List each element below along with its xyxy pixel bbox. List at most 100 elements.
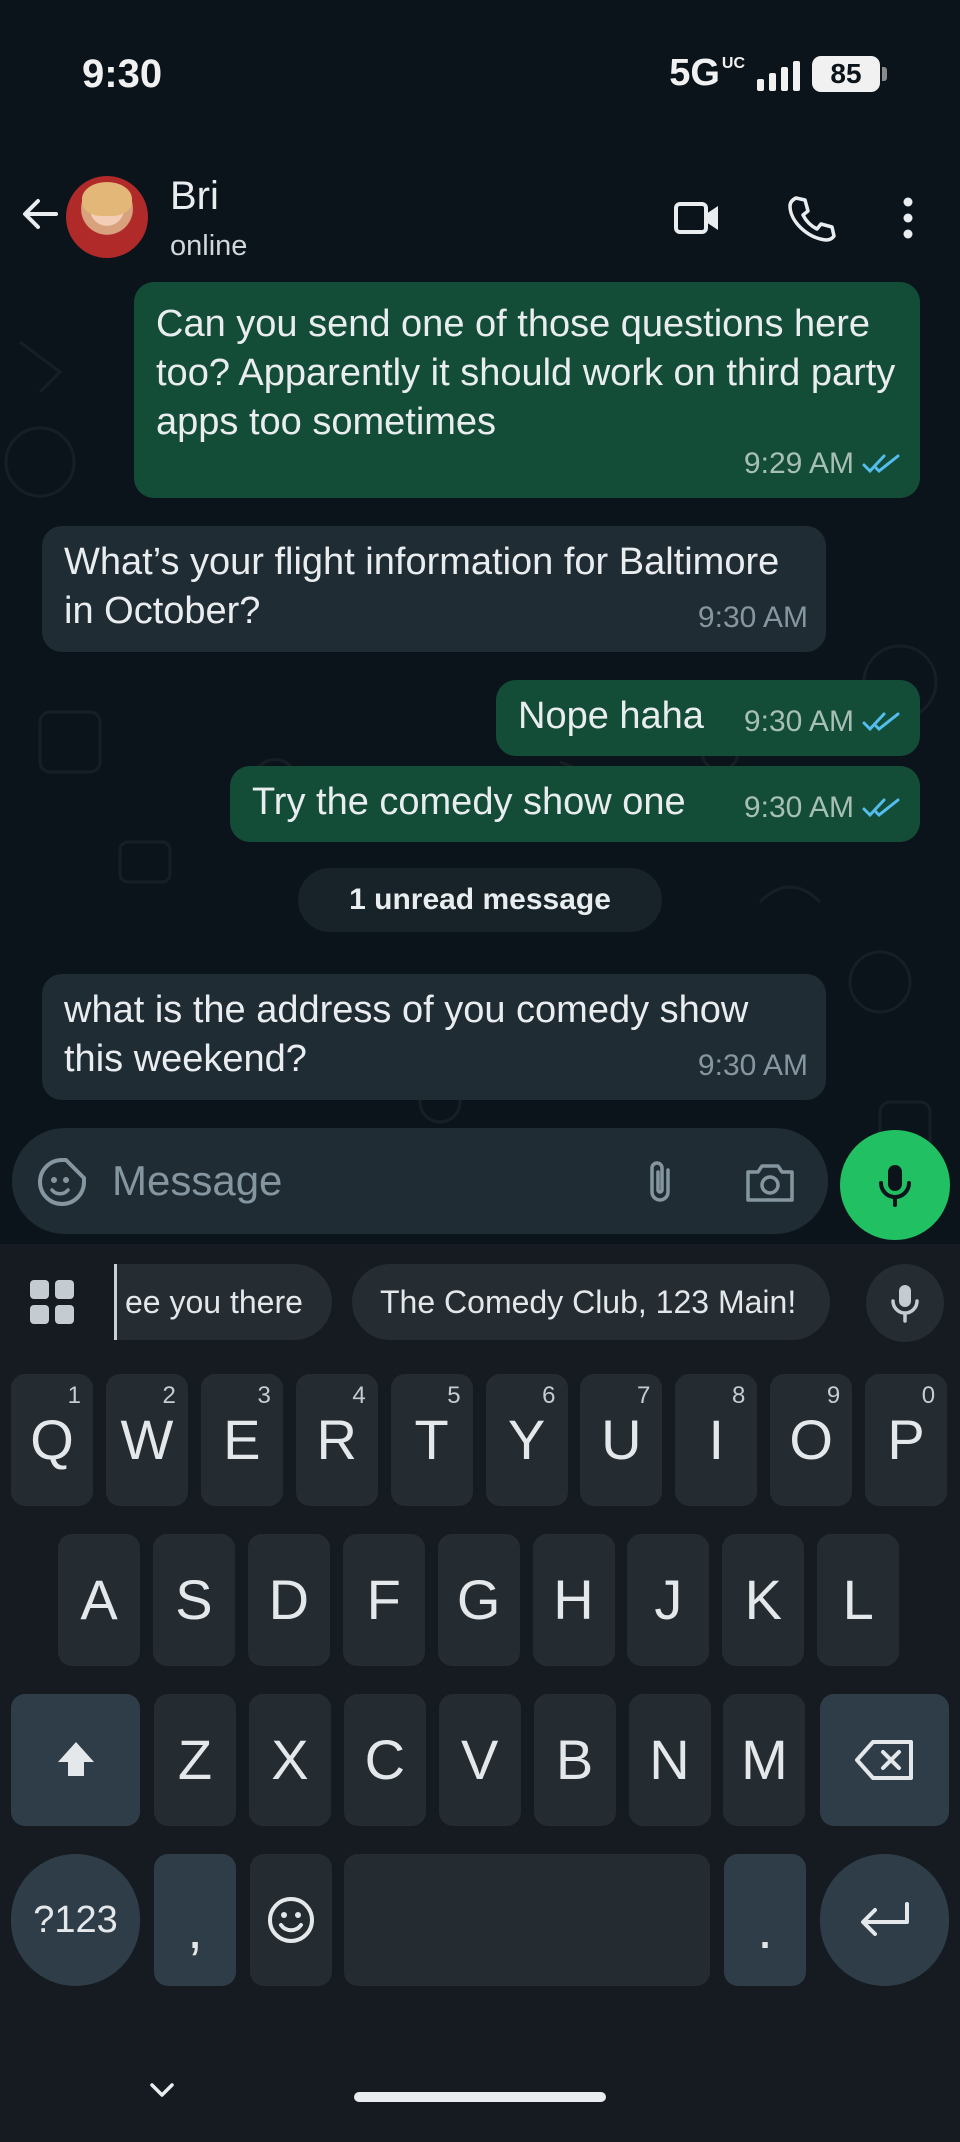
key-number-hint: 8 [731,1382,746,1409]
more-options-icon[interactable] [880,190,936,246]
key-t[interactable]: T5 [390,1374,473,1506]
message-time: 9:30 AM [743,791,854,824]
contact-status: online [170,230,248,262]
key-b[interactable]: B [533,1694,616,1826]
backspace-key[interactable] [820,1694,949,1826]
message-bubble-incoming[interactable]: what is the address of you comedy show t… [42,974,826,1100]
key-x[interactable]: X [248,1694,331,1826]
message-bubble-outgoing[interactable]: Try the comedy show one 9:30 AM [230,766,920,842]
shift-icon [57,1742,94,1776]
period-key[interactable]: . [724,1854,806,1986]
key-number-hint: 3 [257,1382,271,1409]
enter-key[interactable] [820,1854,949,1986]
status-bar: 9:30 5G UC 85 [0,0,960,150]
key-label: U [601,1408,642,1471]
key-o[interactable]: O9 [770,1374,853,1506]
key-y[interactable]: Y6 [485,1374,568,1506]
message-bubble-outgoing[interactable]: Nope haha 9:30 AM [496,680,920,756]
key-v[interactable]: V [438,1694,521,1826]
suggestion-chip[interactable]: ee you there [114,1264,332,1340]
message-box[interactable] [12,1128,828,1234]
smiley-icon [268,1897,314,1943]
key-label: T [414,1408,449,1471]
message-text: what is the address of you comedy show t… [64,989,749,1080]
key-number-hint: 4 [352,1382,366,1409]
message-text: What’s your flight information for Balti… [64,541,780,632]
unread-messages-divider: 1 unread message [298,868,662,932]
chat-area[interactable]: Can you send one of those questions here… [0,282,960,1244]
message-time: 9:30 AM [743,705,854,738]
key-e[interactable]: E3 [200,1374,283,1506]
message-composer [0,1124,960,1244]
key-p[interactable]: P0 [865,1374,948,1506]
home-indicator[interactable] [354,2092,606,2102]
key-f[interactable]: F [342,1534,425,1666]
shift-key[interactable] [11,1694,140,1826]
key-j[interactable]: J [627,1534,710,1666]
emoji-sticker-icon[interactable] [36,1156,88,1208]
key-g[interactable]: G [437,1534,520,1666]
voice-call-icon[interactable] [782,190,838,246]
read-ticks-icon [862,712,900,731]
contact-name[interactable]: Bri [170,174,219,219]
emoji-key[interactable] [250,1854,332,1986]
key-n[interactable]: N [628,1694,711,1826]
status-icons: 5G UC 85 [669,52,887,95]
key-z[interactable]: Z [154,1694,236,1826]
message-meta: 9:30 AM [744,783,902,832]
message-input[interactable] [112,1148,632,1214]
message-meta: 9:29 AM [744,439,902,488]
message-time: 9:30 AM [697,601,808,634]
network-sub-label: UC [721,55,745,72]
key-h[interactable]: H [532,1534,615,1666]
key-s[interactable]: S [152,1534,235,1666]
symbols-key[interactable]: ?123 [11,1854,140,1986]
key-l[interactable]: L [817,1534,900,1666]
key-label: Y [507,1408,546,1471]
key-c[interactable]: C [343,1694,426,1826]
navigation-bar [0,2040,960,2142]
key-d[interactable]: D [247,1534,330,1666]
key-q[interactable]: Q1 [11,1374,93,1506]
key-number-hint: 5 [447,1382,461,1409]
key-label: W [120,1408,174,1471]
key-m[interactable]: M [723,1694,806,1826]
key-k[interactable]: K [722,1534,805,1666]
message-bubble-outgoing[interactable]: Can you send one of those questions here… [134,282,920,498]
message-bubble-incoming[interactable]: What’s your flight information for Balti… [42,526,826,652]
hide-keyboard-chevron-icon[interactable] [146,2074,178,2106]
message-time: 9:30 AM [697,1049,808,1082]
key-number-hint: 6 [542,1382,556,1409]
video-call-icon[interactable] [670,190,726,246]
network-label: 5G [669,52,720,94]
keyboard-apps-icon[interactable] [26,1276,78,1328]
key-number-hint: 1 [67,1382,81,1409]
key-u[interactable]: U7 [580,1374,663,1506]
suggestion-bar: ee you there The Comedy Club, 123 Main! [0,1244,960,1354]
key-r[interactable]: R4 [295,1374,378,1506]
avatar[interactable] [66,176,148,258]
key-label: P [887,1408,925,1471]
voice-typing-button[interactable] [866,1264,944,1342]
network-indicator: 5G UC [669,52,745,95]
message-time: 9:29 AM [743,447,854,480]
message-meta: 9:30 AM [744,697,902,746]
key-a[interactable]: A [58,1534,140,1666]
backspace-icon [854,1740,913,1780]
space-key[interactable] [344,1854,710,1986]
key-w[interactable]: W2 [105,1374,188,1506]
key-label: R [316,1408,357,1471]
key-number-hint: 0 [921,1382,936,1409]
comma-key[interactable]: , [154,1854,236,1986]
microphone-icon [879,1165,911,1207]
key-number-hint: 9 [826,1382,841,1409]
voice-message-button[interactable] [840,1130,950,1240]
message-meta: 9:30 AM [698,593,808,642]
key-i[interactable]: I8 [675,1374,758,1506]
microphone-icon [891,1285,919,1323]
key-label: E [223,1408,261,1471]
attach-icon[interactable] [632,1154,688,1210]
suggestion-chip[interactable]: The Comedy Club, 123 Main! [352,1264,830,1340]
back-arrow-icon[interactable] [16,190,64,238]
camera-icon[interactable] [742,1154,798,1210]
